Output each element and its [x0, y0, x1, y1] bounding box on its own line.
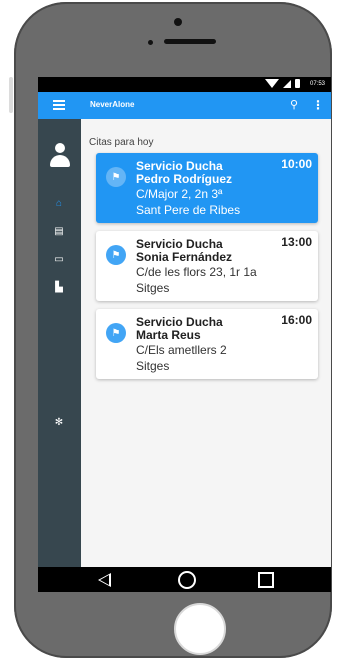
appointment-city: Sitges [136, 281, 170, 295]
appointment-client-name: Pedro Rodríguez [136, 172, 233, 186]
appointment-card[interactable]: ⚑ Servicio Ducha Pedro Rodríguez C/Major… [96, 153, 318, 223]
appointment-time: 10:00 [281, 157, 312, 171]
appointment-title: Servicio Ducha [136, 315, 223, 329]
wifi-icon [264, 79, 279, 88]
gear-icon[interactable]: ✻ [52, 415, 66, 429]
home-icon[interactable]: ⌂ [52, 196, 66, 210]
appointment-time: 13:00 [281, 235, 312, 249]
user-avatar-icon[interactable] [49, 143, 71, 169]
calendar-icon[interactable]: ▭ [52, 252, 66, 266]
flag-icon: ⚑ [106, 323, 126, 343]
main-content: Citas para hoy ⚑ Servicio Ducha Pedro Ro… [81, 119, 331, 567]
signal-icon [282, 79, 291, 88]
appointment-address: C/Major 2, 2n 3ª [136, 187, 223, 201]
search-icon[interactable]: ⚲ [290, 98, 298, 111]
hamburger-icon[interactable] [53, 100, 65, 110]
phone-home-button[interactable] [174, 603, 226, 655]
sidebar: ⌂ ▤ ▭ ▙ ✻ [38, 119, 81, 567]
side-button[interactable] [9, 77, 13, 113]
appointment-address: C/Els ametllers 2 [136, 343, 227, 357]
appointment-city: Sitges [136, 359, 170, 373]
appointment-address: C/de les flors 23, 1r 1a [136, 265, 257, 279]
more-vertical-icon[interactable]: ⋮ [312, 98, 324, 112]
app-bar: NeverAlone ⚲ ⋮ [38, 92, 331, 119]
back-icon[interactable] [98, 573, 111, 587]
appointment-title: Servicio Ducha [136, 159, 223, 173]
battery-icon [294, 79, 300, 88]
appointment-time: 16:00 [281, 313, 312, 327]
recent-apps-icon[interactable] [258, 572, 274, 588]
appointment-city: Sant Pere de Ribes [136, 203, 241, 217]
appointment-card[interactable]: ⚑ Servicio Ducha Marta Reus C/Els ametll… [96, 309, 318, 379]
proximity-sensor [148, 40, 153, 45]
flag-icon: ⚑ [106, 167, 126, 187]
appointment-client-name: Marta Reus [136, 328, 201, 342]
app-title: NeverAlone [90, 100, 135, 109]
android-nav-bar [38, 567, 331, 592]
earpiece-speaker [164, 39, 216, 44]
appointment-card[interactable]: ⚑ Servicio Ducha Sonia Fernández C/de le… [96, 231, 318, 301]
message-icon[interactable]: ▤ [52, 224, 66, 238]
appointment-title: Servicio Ducha [136, 237, 223, 251]
home-circle-icon[interactable] [178, 571, 196, 589]
flag-icon: ⚑ [106, 245, 126, 265]
status-bar: 07:53 [38, 77, 331, 92]
stats-icon[interactable]: ▙ [52, 280, 66, 294]
phone-screen: 07:53 NeverAlone ⚲ ⋮ ⌂ ▤ ▭ ▙ ✻ Citas par… [38, 77, 331, 592]
status-time: 07:53 [309, 80, 325, 87]
appointment-client-name: Sonia Fernández [136, 250, 233, 264]
front-camera [174, 18, 182, 26]
section-title: Citas para hoy [89, 137, 154, 148]
